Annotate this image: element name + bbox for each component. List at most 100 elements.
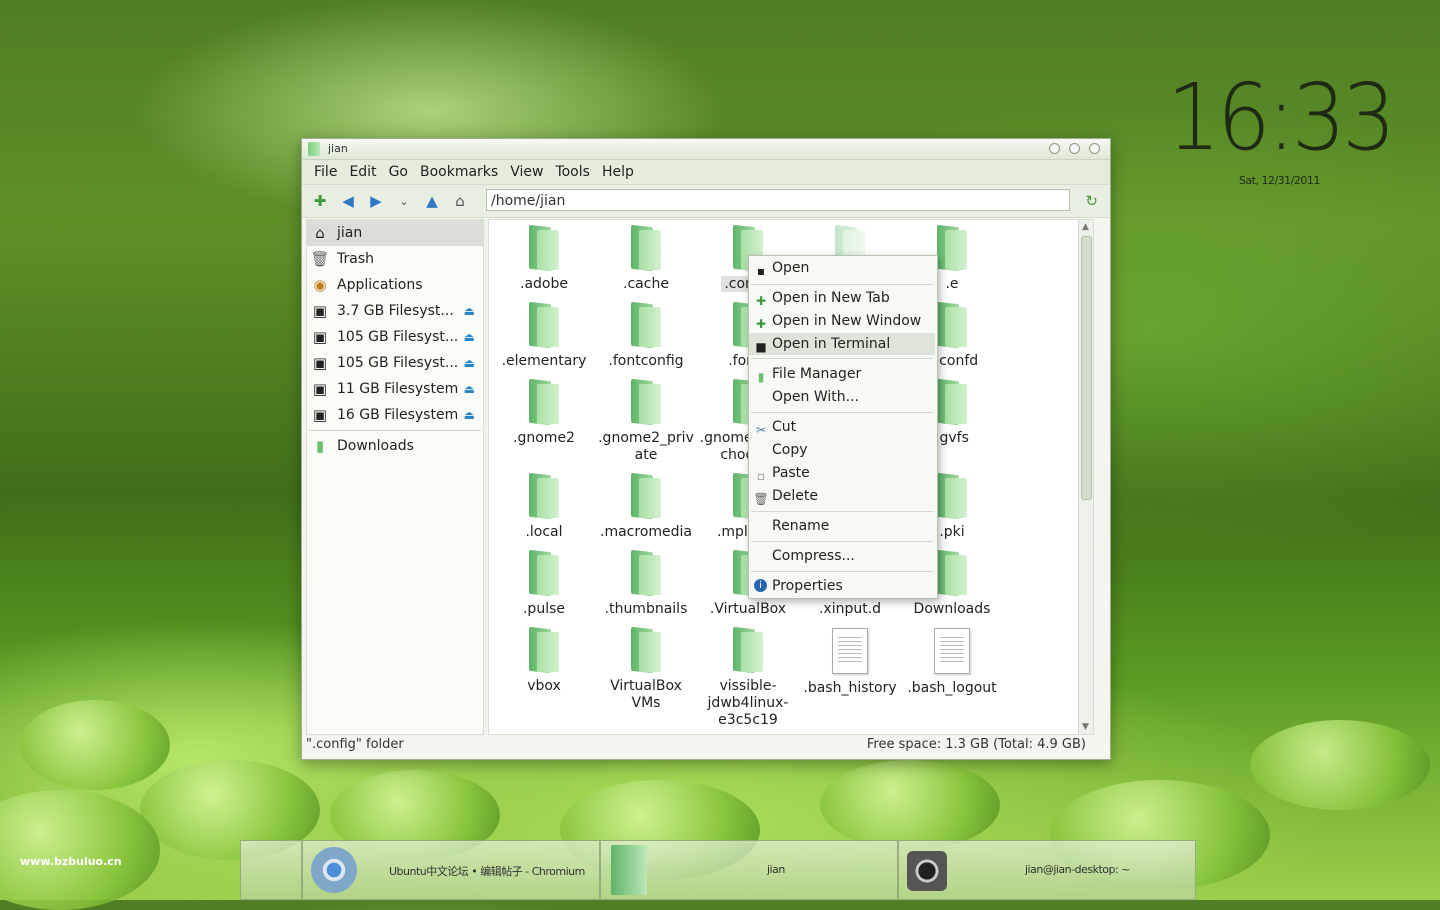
folder-icon xyxy=(629,380,663,424)
file-item[interactable]: .pulse xyxy=(493,545,595,618)
taskbar-button[interactable] xyxy=(240,840,302,900)
folder-icon xyxy=(935,303,969,347)
sidebar-item-volume[interactable]: ▣ 11 GB Filesystem ⏏ xyxy=(307,376,483,402)
eject-icon[interactable]: ⏏ xyxy=(464,356,475,370)
text-file-icon xyxy=(934,628,970,674)
clock-time: 16:33 xyxy=(1166,64,1396,171)
drive-icon: ▣ xyxy=(312,406,328,424)
menu-file[interactable]: File xyxy=(314,164,337,180)
menu-item-open-new-window[interactable]: ✚ Open in New Window xyxy=(749,310,935,332)
menu-item-cut[interactable]: ✂ Cut xyxy=(749,416,935,438)
menu-item-delete[interactable]: 🗑 Delete xyxy=(749,485,935,507)
sidebar-item-downloads[interactable]: ▮ Downloads xyxy=(307,433,483,459)
menu-item-compress[interactable]: Compress... xyxy=(749,545,935,567)
file-item[interactable]: .cache xyxy=(595,220,697,293)
menu-item-rename[interactable]: Rename xyxy=(749,515,935,537)
file-item[interactable]: .gnome2 xyxy=(493,374,595,447)
file-name: .xinput.d xyxy=(818,601,882,617)
file-item[interactable]: vissible- jdwb4linux- e3c5c19 xyxy=(697,622,799,729)
folder-icon xyxy=(731,628,765,672)
forward-arrow-icon: ▶ xyxy=(370,192,382,210)
file-item[interactable]: .gnome2_priv ate xyxy=(595,374,697,464)
up-arrow-icon: ▲ xyxy=(426,192,438,210)
menu-go[interactable]: Go xyxy=(389,164,408,180)
eject-icon[interactable]: ⏏ xyxy=(464,382,475,396)
file-item[interactable]: .thumbnails xyxy=(595,545,697,618)
menu-item-open[interactable]: ▪ Open xyxy=(749,257,935,279)
menu-item-label: Copy xyxy=(772,442,808,458)
menu-item-label: Rename xyxy=(772,518,830,534)
menu-item-paste[interactable]: ▫ Paste xyxy=(749,462,935,484)
menu-item-label: Open With... xyxy=(772,389,859,405)
file-item[interactable]: .bash_logout xyxy=(901,622,1003,697)
menu-item-label: Delete xyxy=(772,488,818,504)
scroll-down-icon[interactable]: ▼ xyxy=(1082,722,1089,732)
maximize-button[interactable] xyxy=(1069,143,1080,154)
title-bar[interactable]: jian xyxy=(302,139,1110,160)
close-button[interactable] xyxy=(1089,143,1100,154)
file-item[interactable]: VirtualBox VMs xyxy=(595,622,697,712)
up-button[interactable]: ▲ xyxy=(420,189,444,213)
folder-icon xyxy=(527,551,561,595)
vertical-scrollbar[interactable]: ▲ ▼ xyxy=(1078,220,1093,734)
file-item[interactable]: .fontconfig xyxy=(595,297,697,370)
scrollbar-thumb[interactable] xyxy=(1081,236,1092,500)
file-item[interactable]: .bash_history xyxy=(799,622,901,697)
sidebar-item-applications[interactable]: ◉ Applications xyxy=(307,272,483,298)
sidebar-item-volume[interactable]: ▣ 105 GB Filesyst... ⏏ xyxy=(307,350,483,376)
status-free-space: Free space: 1.3 GB (Total: 4.9 GB) xyxy=(866,737,1086,752)
forward-button[interactable]: ▶ xyxy=(364,189,388,213)
menu-help[interactable]: Help xyxy=(602,164,634,180)
status-selection: ".config" folder xyxy=(306,737,404,752)
eject-icon[interactable]: ⏏ xyxy=(464,408,475,422)
menu-item-open-with[interactable]: Open With... xyxy=(749,386,935,408)
menu-item-copy[interactable]: Copy xyxy=(749,439,935,461)
pane-splitter[interactable] xyxy=(484,219,487,733)
desktop-clock: 16:33 Sat, 12/31/2011 xyxy=(1157,64,1402,188)
menu-item-label: Cut xyxy=(772,419,797,435)
file-name: .elementary xyxy=(501,353,587,369)
file-item[interactable]: .local xyxy=(493,468,595,541)
minimize-button[interactable] xyxy=(1049,143,1060,154)
context-menu: ▪ Open ✚ Open in New Tab ✚ Open in New Wind… xyxy=(748,255,938,599)
sidebar-item-home[interactable]: ⌂ jian xyxy=(307,220,483,246)
taskbar-button-file-manager[interactable]: jian xyxy=(600,840,898,900)
file-item[interactable]: .elementary xyxy=(493,297,595,370)
home-button[interactable]: ⌂ xyxy=(448,189,472,213)
sidebar-item-trash[interactable]: 🗑 Trash xyxy=(307,246,483,272)
menu-view[interactable]: View xyxy=(510,164,543,180)
eject-icon[interactable]: ⏏ xyxy=(464,304,475,318)
file-name: .VirtualBox xyxy=(709,601,787,617)
file-name: .gnome2_priv ate xyxy=(598,430,694,463)
menu-item-open-new-tab[interactable]: ✚ Open in New Tab xyxy=(749,287,935,309)
new-tab-button[interactable]: ✚ xyxy=(308,189,332,213)
reload-icon[interactable]: ↻ xyxy=(1085,192,1098,210)
menu-item-properties[interactable]: i Properties xyxy=(749,575,935,597)
menu-edit[interactable]: Edit xyxy=(349,164,376,180)
file-item[interactable]: vbox xyxy=(493,622,595,695)
folder-icon xyxy=(527,380,561,424)
taskbar-button-chromium[interactable]: Ubuntu中文论坛 • 编辑帖子 - Chromium xyxy=(302,840,600,900)
file-name: .adobe xyxy=(520,276,568,292)
sidebar-item-label: 105 GB Filesyst... xyxy=(337,355,459,371)
taskbar-button-terminal[interactable]: jian@jian-desktop: ~ xyxy=(898,840,1196,900)
menu-separator xyxy=(751,571,933,572)
file-item[interactable]: .macromedia xyxy=(595,468,697,541)
file-name: .local xyxy=(525,524,563,540)
menu-item-file-manager[interactable]: ▮ File Manager xyxy=(749,363,935,385)
back-button[interactable]: ◀ xyxy=(336,189,360,213)
menu-bar: File Edit Go Bookmarks View Tools Help xyxy=(302,160,1110,185)
sidebar-item-volume[interactable]: ▣ 16 GB Filesystem ⏏ xyxy=(307,402,483,428)
file-name: vbox xyxy=(527,678,561,694)
history-dropdown-button[interactable]: ⌄ xyxy=(392,189,416,213)
menu-tools[interactable]: Tools xyxy=(555,164,590,180)
eject-icon[interactable]: ⏏ xyxy=(464,330,475,344)
file-item[interactable]: .adobe xyxy=(493,220,595,293)
menu-item-label: Properties xyxy=(772,578,843,594)
location-bar[interactable]: /home/jian xyxy=(486,189,1070,211)
sidebar-item-volume[interactable]: ▣ 3.7 GB Filesyst... ⏏ xyxy=(307,298,483,324)
menu-item-open-terminal[interactable]: ■ Open in Terminal xyxy=(749,333,935,355)
menu-bookmarks[interactable]: Bookmarks xyxy=(420,164,498,180)
sidebar-item-volume[interactable]: ▣ 105 GB Filesyst... ⏏ xyxy=(307,324,483,350)
scroll-up-icon[interactable]: ▲ xyxy=(1082,222,1089,232)
